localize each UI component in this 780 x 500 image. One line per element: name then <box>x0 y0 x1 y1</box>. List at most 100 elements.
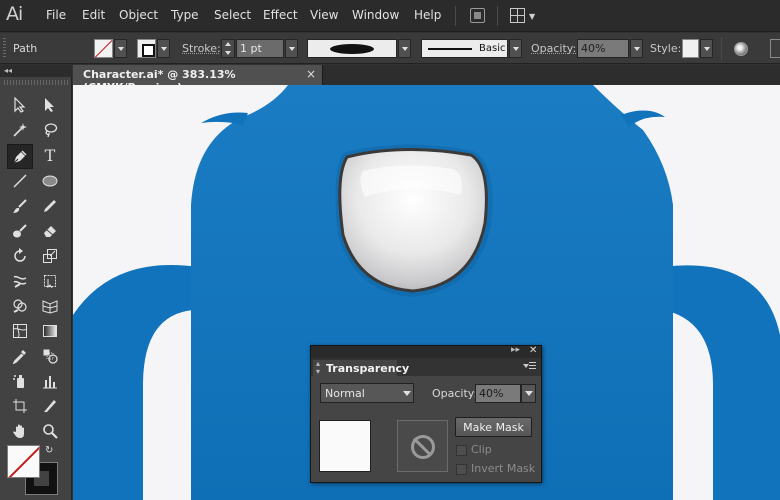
ellipse-tool[interactable] <box>39 170 61 192</box>
brush-dropdown[interactable] <box>509 39 522 58</box>
blob-brush-tool[interactable] <box>9 220 31 242</box>
arrange-documents-button[interactable]: ▼ <box>510 8 536 24</box>
menu-edit[interactable]: Edit <box>82 8 105 22</box>
tools-panel-grip[interactable] <box>4 80 68 85</box>
opacity-label[interactable]: Opacity: <box>531 42 576 55</box>
control-bar: Path Stroke: 1 pt Basic Opacity: 40% Sty… <box>0 33 780 64</box>
close-panel-icon[interactable]: ✕ <box>529 345 537 356</box>
menu-type[interactable]: Type <box>171 8 199 22</box>
style-dropdown[interactable] <box>700 39 713 58</box>
free-transform-tool[interactable] <box>39 270 61 292</box>
menu-window[interactable]: Window <box>352 8 399 22</box>
blend-tool[interactable] <box>39 345 61 367</box>
document-tab[interactable]: Character.ai* @ 383.13% (CMYK/Preview) × <box>73 65 323 94</box>
blend-mode-select[interactable]: Normal <box>320 383 414 403</box>
column-graph-tool[interactable] <box>39 370 61 392</box>
line-segment-icon <box>13 174 27 188</box>
stroke-weight-input[interactable]: 1 pt <box>236 39 284 58</box>
shape-builder-tool[interactable] <box>9 295 31 317</box>
variable-width-profile[interactable] <box>307 39 397 58</box>
stroke-color-swatch[interactable] <box>137 39 156 58</box>
panel-options-toggle-icon[interactable]: ▴ ▾ <box>316 360 320 376</box>
eraser-tool[interactable] <box>39 220 61 242</box>
panel-titlebar[interactable]: ▸▸ ✕ <box>311 345 541 358</box>
mesh-icon <box>12 323 28 339</box>
panel-menu-icon[interactable] <box>523 361 536 371</box>
menu-file[interactable]: File <box>46 8 66 22</box>
gradient-tool[interactable] <box>39 320 61 342</box>
tools-panel: ◂◂ T ↻ <box>0 65 72 500</box>
artboard-icon <box>13 399 27 413</box>
menu-view[interactable]: View <box>310 8 338 22</box>
direct-selection-tool[interactable] <box>39 94 61 116</box>
menu-help[interactable]: Help <box>414 8 441 22</box>
stroke-dropdown-button[interactable] <box>157 39 170 58</box>
character-right-tuft <box>621 110 665 127</box>
zoom-tool[interactable] <box>39 420 61 442</box>
document-tab-bar: Character.ai* @ 383.13% (CMYK/Preview) × <box>73 65 780 94</box>
type-tool[interactable]: T <box>39 145 61 167</box>
brush-definition[interactable]: Basic <box>421 39 508 58</box>
eraser-icon <box>44 226 56 237</box>
lasso-tool[interactable] <box>39 119 61 141</box>
magic-wand-tool[interactable] <box>9 119 31 141</box>
swap-fill-stroke-icon[interactable]: ↻ <box>45 445 53 456</box>
character-left-tuft <box>201 112 248 125</box>
fill-color-box[interactable] <box>7 445 40 478</box>
stroke-weight-stepper[interactable] <box>221 39 235 58</box>
expand-icon[interactable]: ◂◂ <box>4 66 12 75</box>
tools-panel-header[interactable]: ◂◂ <box>0 65 72 77</box>
artboard-tool[interactable] <box>9 395 31 417</box>
perspective-grid-tool[interactable] <box>39 295 61 317</box>
column-graph-icon <box>43 376 57 389</box>
warp-tool[interactable] <box>9 270 31 292</box>
scale-tool[interactable] <box>39 245 61 267</box>
paintbrush-tool[interactable] <box>9 195 31 217</box>
clip-checkbox[interactable] <box>456 445 467 456</box>
make-mask-button[interactable]: Make Mask <box>455 417 532 437</box>
menu-select[interactable]: Select <box>214 8 251 22</box>
panel-opacity-dropdown[interactable] <box>521 384 536 403</box>
transparency-panel: ▸▸ ✕ ▴ ▾ Transparency Normal Opacity: 40%… <box>310 345 542 483</box>
pencil-tool[interactable] <box>39 195 61 217</box>
tab-transparency[interactable]: ▴ ▾ Transparency <box>313 360 409 376</box>
opacity-dropdown[interactable] <box>630 39 643 58</box>
profile-dropdown[interactable] <box>398 39 411 58</box>
fill-color-swatch[interactable] <box>94 39 113 58</box>
mesh-tool[interactable] <box>9 320 31 342</box>
pencil-icon <box>44 200 56 212</box>
line-segment-tool[interactable] <box>9 170 31 192</box>
rotate-tool[interactable] <box>9 245 31 267</box>
align-button[interactable] <box>770 39 780 58</box>
stroke-weight-dropdown[interactable] <box>285 39 298 58</box>
slice-icon <box>44 400 56 412</box>
symbol-sprayer-tool[interactable] <box>9 370 31 392</box>
collapse-panel-icon[interactable]: ▸▸ <box>511 345 520 355</box>
character-right-arm <box>663 265 780 500</box>
stroke-label[interactable]: Stroke: <box>182 42 221 55</box>
fill-dropdown-button[interactable] <box>114 39 127 58</box>
graphic-style-swatch[interactable] <box>682 39 699 58</box>
bridge-icon[interactable] <box>470 8 485 23</box>
character-left-arm <box>73 265 198 500</box>
close-icon[interactable]: × <box>306 67 316 81</box>
opacity-input[interactable]: 40% <box>577 39 629 58</box>
direct-selection-arrow-icon <box>45 98 54 112</box>
warp-icon <box>13 275 27 288</box>
menu-object[interactable]: Object <box>119 8 158 22</box>
brush-stroke-preview <box>428 48 472 50</box>
object-thumbnail[interactable] <box>319 420 371 472</box>
pen-tool[interactable] <box>7 144 33 169</box>
menu-effect[interactable]: Effect <box>263 8 298 22</box>
hand-icon <box>13 424 24 438</box>
recolor-artwork-icon[interactable] <box>734 42 748 56</box>
eyedropper-icon <box>12 350 26 364</box>
control-bar-grip[interactable] <box>3 38 6 58</box>
eyedropper-tool[interactable] <box>9 345 31 367</box>
invert-mask-checkbox[interactable] <box>456 464 467 475</box>
panel-opacity-input[interactable]: 40% <box>475 384 521 403</box>
mask-thumbnail[interactable] <box>397 420 448 472</box>
hand-tool[interactable] <box>9 420 31 442</box>
slice-tool[interactable] <box>39 395 61 417</box>
selection-tool[interactable] <box>9 94 31 116</box>
